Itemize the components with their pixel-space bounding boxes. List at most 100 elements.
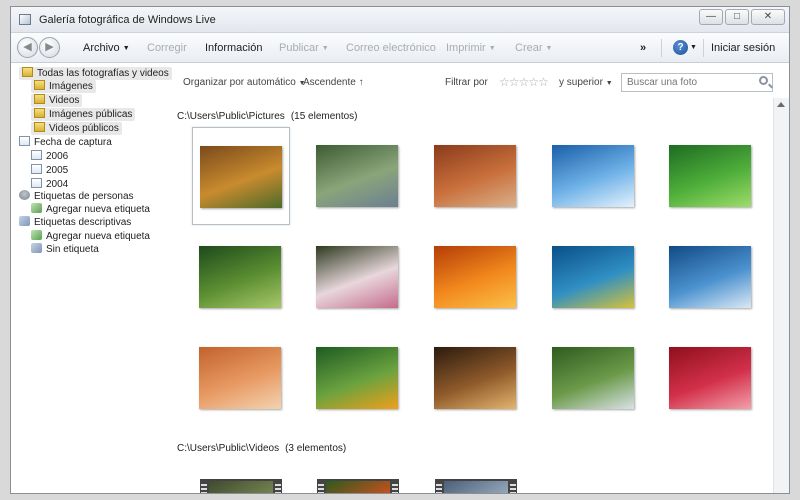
- photo-thumbnail-sea-turtle[interactable]: [552, 246, 634, 308]
- nav-add-descriptive-tag[interactable]: Agregar nueva etiqueta: [31, 230, 150, 243]
- star-icon[interactable]: ☆: [528, 75, 539, 89]
- nav-date-taken[interactable]: Fecha de captura: [19, 136, 112, 149]
- folder-icon: [34, 94, 45, 104]
- chevron-down-icon: ▼: [605, 80, 613, 87]
- print-menu-label: Imprimir: [446, 42, 486, 54]
- photo-thumbnail-frame[interactable]: [192, 127, 290, 225]
- chevron-down-icon[interactable]: ▼: [690, 44, 697, 51]
- help-icon[interactable]: ?: [673, 40, 688, 55]
- photo-thumbnail-red-leaves[interactable]: [669, 347, 751, 409]
- photo-thumbnail-forest-path[interactable]: [199, 246, 281, 308]
- photo-thumbnail-frame[interactable]: [662, 127, 760, 225]
- photo-thumbnail-frame[interactable]: [662, 329, 760, 427]
- calendar-icon: [31, 178, 42, 188]
- chevron-down-icon: ▼: [545, 45, 553, 52]
- nav-all-photos-videos[interactable]: Todas las fotografías y videos: [19, 67, 172, 80]
- fix-button[interactable]: Corregir: [147, 42, 187, 54]
- videos-path: C:\Users\Public\Videos: [177, 443, 280, 454]
- folder-icon: [34, 122, 45, 132]
- video-thumbnail-video-butterfly[interactable]: [317, 479, 399, 493]
- back-button[interactable]: ◀: [17, 37, 38, 58]
- nav-year-label: 2004: [46, 179, 69, 190]
- photo-thumbnail-frame[interactable]: [309, 127, 407, 225]
- nav-add-people-tag[interactable]: Agregar nueva etiqueta: [31, 203, 150, 216]
- nav-public-images[interactable]: Imágenes públicas: [31, 108, 136, 121]
- rating-operator-dropdown[interactable]: y superior ▼: [559, 77, 613, 88]
- nav-images[interactable]: Imágenes: [31, 80, 96, 93]
- photo-thumbnail-whale-tail[interactable]: [669, 246, 751, 308]
- pictures-section-header: C:\Users\Public\Pictures (15 elementos): [177, 111, 358, 122]
- sign-in-button[interactable]: Iniciar sesión: [711, 42, 775, 54]
- folder-icon: [34, 108, 45, 118]
- info-button[interactable]: Información: [205, 42, 262, 54]
- nav-add-descriptive-tag-label: Agregar nueva etiqueta: [46, 231, 150, 242]
- window-title: Galería fotográfica de Windows Live: [39, 14, 216, 26]
- sort-order-label: Ascendente: [303, 77, 356, 88]
- close-icon[interactable]: ✕: [751, 9, 785, 25]
- search-icon[interactable]: [759, 76, 768, 85]
- photo-thumbnail-waterfall[interactable]: [552, 347, 634, 409]
- nav-public-videos-label: Videos públicos: [49, 123, 119, 134]
- photo-thumbnail-frame[interactable]: [427, 228, 525, 326]
- photo-thumbnail-frame[interactable]: [427, 127, 525, 225]
- photo-thumbnail-tree-sunset[interactable]: [434, 347, 516, 409]
- photo-thumbnail-toucan[interactable]: [316, 347, 398, 409]
- file-menu[interactable]: Archivo ▼: [83, 42, 130, 54]
- publish-menu[interactable]: Publicar ▼: [279, 42, 329, 54]
- organize-dropdown[interactable]: Organizar por automático ▼: [183, 77, 306, 88]
- video-thumbnail-video-bear[interactable]: [200, 479, 282, 493]
- photo-thumbnail-frame[interactable]: [427, 329, 525, 427]
- photo-thumbnail-oryx-dunes[interactable]: [199, 347, 281, 409]
- star-icon[interactable]: ☆: [519, 75, 530, 89]
- photo-thumbnail-frangipani[interactable]: [316, 246, 398, 308]
- more-commands-button[interactable]: »: [640, 42, 646, 54]
- create-menu-label: Crear: [515, 42, 543, 54]
- photo-thumbnail-frame[interactable]: [192, 228, 290, 326]
- photo-thumbnail-icebergs[interactable]: [552, 145, 634, 207]
- rating-filter[interactable]: ☆☆☆☆☆: [499, 75, 549, 89]
- star-icon[interactable]: ☆: [499, 75, 510, 89]
- gallery-window: Galería fotográfica de Windows Live — □ …: [10, 6, 790, 494]
- sort-order-button[interactable]: Ascendente ↑: [303, 77, 364, 88]
- print-menu[interactable]: Imprimir ▼: [446, 42, 496, 54]
- scroll-up-icon[interactable]: [777, 102, 785, 107]
- email-button[interactable]: Correo electrónico: [346, 42, 436, 54]
- photo-thumbnail-desert-buttes[interactable]: [434, 145, 516, 207]
- search-input[interactable]: [621, 73, 773, 92]
- photo-thumbnail-frame[interactable]: [545, 329, 643, 427]
- command-bar: ◀ ▶ Archivo ▼ Corregir Información Public…: [11, 33, 789, 63]
- nav-public-videos[interactable]: Videos públicos: [31, 122, 122, 135]
- nav-all-label: Todas las fotografías y videos: [37, 68, 169, 79]
- rating-operator-label: y superior: [559, 77, 603, 88]
- nav-people-tags[interactable]: Etiquetas de personas: [19, 190, 134, 203]
- nav-videos[interactable]: Videos: [31, 94, 83, 107]
- folder-icon: [34, 80, 45, 90]
- nav-untagged[interactable]: Sin etiqueta: [31, 243, 99, 256]
- create-menu[interactable]: Crear ▼: [515, 42, 552, 54]
- video-thumbnail-video-lake[interactable]: [435, 479, 517, 493]
- content-pane: Organizar por automático ▼ Ascendente ↑ …: [173, 63, 773, 493]
- video-frame-image: [444, 481, 508, 493]
- vertical-scrollbar[interactable]: [773, 98, 789, 493]
- nav-year-2005[interactable]: 2005: [31, 164, 68, 177]
- photo-thumbnail-frame[interactable]: [192, 329, 290, 427]
- photo-thumbnail-creek[interactable]: [316, 145, 398, 207]
- photo-thumbnail-green-leaves[interactable]: [669, 145, 751, 207]
- photo-thumbnail-frame[interactable]: [662, 228, 760, 326]
- nav-year-label: 2006: [46, 151, 69, 162]
- nav-people-tags-label: Etiquetas de personas: [34, 191, 134, 202]
- nav-public-images-label: Imágenes públicas: [49, 109, 133, 120]
- photo-thumbnail-frame[interactable]: [309, 228, 407, 326]
- forward-button[interactable]: ▶: [39, 37, 60, 58]
- photo-thumbnail-orange-flowers[interactable]: [434, 246, 516, 308]
- photo-thumbnail-frame[interactable]: [545, 228, 643, 326]
- nav-descriptive-tags[interactable]: Etiquetas descriptivas: [19, 216, 131, 229]
- maximize-icon[interactable]: □: [725, 9, 749, 25]
- photo-thumbnail-frame[interactable]: [309, 329, 407, 427]
- nav-year-2006[interactable]: 2006: [31, 150, 68, 163]
- star-icon[interactable]: ☆: [538, 75, 549, 89]
- star-icon[interactable]: ☆: [509, 75, 520, 89]
- photo-thumbnail-autumn-leaves[interactable]: [200, 146, 282, 208]
- photo-thumbnail-frame[interactable]: [545, 127, 643, 225]
- minimize-icon[interactable]: —: [699, 9, 723, 25]
